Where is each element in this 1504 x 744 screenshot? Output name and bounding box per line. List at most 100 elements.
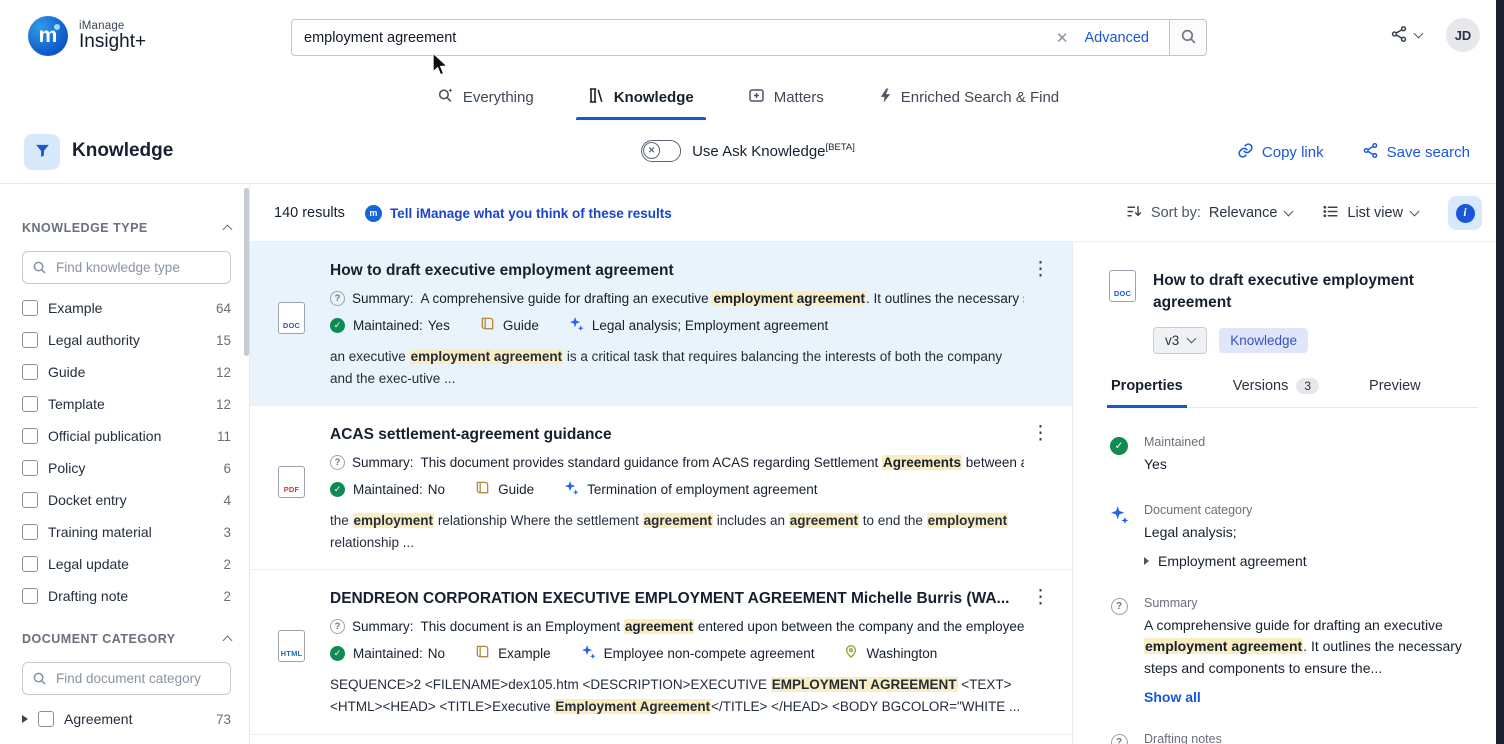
checkbox[interactable] <box>22 556 38 572</box>
result-excerpt: SEQUENCE>2 <FILENAME>dex105.htm <DESCRIP… <box>330 674 1024 717</box>
document-category-section-header[interactable]: DOCUMENT CATEGORY <box>22 632 231 646</box>
checkbox[interactable] <box>22 460 38 476</box>
facet-template[interactable]: Template 12 <box>22 388 231 420</box>
checkbox[interactable] <box>22 396 38 412</box>
maintained-check-icon: ✓ <box>330 318 345 333</box>
result-title[interactable]: ACAS settlement-agreement guidance <box>330 426 1024 444</box>
beta-badge: [BETA] <box>826 142 855 153</box>
property-value: Legal analysis; <box>1144 522 1307 544</box>
tab-label: Enriched Search & Find <box>901 89 1059 106</box>
category-value: Employee non-compete agreement <box>604 646 815 661</box>
tab-knowledge[interactable]: Knowledge <box>576 74 706 120</box>
knowledge-type-value: Guide <box>503 318 539 333</box>
results-header: 140 results m Tell iManage what you thin… <box>250 185 1496 242</box>
clear-search-icon[interactable]: ✕ <box>1044 29 1081 47</box>
result-item-1[interactable]: DOC How to draft executive employment ag… <box>250 242 1072 406</box>
result-item-3[interactable]: HTML DENDREON CORPORATION EXECUTIVE EMPL… <box>250 570 1072 734</box>
tab-enriched-search[interactable]: Enriched Search & Find <box>866 74 1071 120</box>
facet-label: Drafting note <box>48 588 213 604</box>
tab-matters[interactable]: Matters <box>736 74 836 120</box>
detail-version-row: v3 Knowledge <box>1153 327 1478 354</box>
copy-link-button[interactable]: Copy link <box>1237 142 1324 163</box>
facet-drafting-note[interactable]: Drafting note 2 <box>22 580 231 612</box>
user-avatar[interactable]: JD <box>1446 18 1480 52</box>
tab-properties[interactable]: Properties <box>1109 378 1185 407</box>
view-mode-dropdown[interactable]: List view <box>1322 203 1418 224</box>
tab-preview[interactable]: Preview <box>1367 378 1423 407</box>
checkbox[interactable] <box>22 332 38 348</box>
imanage-logo[interactable]: m iManage Insight+ <box>28 16 146 56</box>
ask-knowledge-toggle-group: ✕ Use Ask Knowledge[BETA] <box>641 140 855 162</box>
checkbox[interactable] <box>22 524 38 540</box>
sparkle-icon <box>569 316 584 334</box>
facet-label: Legal update <box>48 556 213 572</box>
search-icon <box>32 671 47 689</box>
share-menu[interactable] <box>1390 25 1422 46</box>
summary-text: This document provides standard guidance… <box>421 455 1024 470</box>
result-item-2[interactable]: PDF ACAS settlement-agreement guidance ?… <box>250 406 1072 570</box>
file-icon-column: DOC <box>278 262 330 389</box>
ask-knowledge-toggle[interactable]: ✕ <box>641 140 681 162</box>
sort-by-dropdown[interactable]: Sort by: Relevance <box>1126 203 1292 224</box>
checkbox[interactable] <box>22 364 38 380</box>
maintained-value: No <box>428 482 445 497</box>
checkbox[interactable] <box>22 492 38 508</box>
facet-legal-update[interactable]: Legal update 2 <box>22 548 231 580</box>
summary-label: Summary: <box>352 455 414 470</box>
filters-button[interactable] <box>24 134 60 170</box>
advanced-search-link[interactable]: Advanced <box>1081 30 1160 46</box>
page-title: Knowledge <box>72 140 173 162</box>
search-box[interactable]: ✕ Advanced <box>291 19 1170 56</box>
doc-file-icon: DOC <box>1109 270 1136 302</box>
checkbox[interactable] <box>22 428 38 444</box>
show-all-link[interactable]: Show all <box>1144 689 1474 705</box>
result-title[interactable]: How to draft executive employment agreem… <box>330 262 1024 280</box>
facet-count: 3 <box>223 525 231 540</box>
checkbox[interactable] <box>22 588 38 604</box>
search-input[interactable] <box>304 30 1044 46</box>
search-button[interactable] <box>1169 19 1207 56</box>
facet-agreement[interactable]: Agreement 73 <box>22 703 231 735</box>
knowledge-type-section-header[interactable]: KNOWLEDGE TYPE <box>22 221 231 235</box>
feedback-label: Tell iManage what you think of these res… <box>390 206 672 221</box>
result-item-4[interactable]: Executive Service Agreement Template - N… <box>250 735 1072 744</box>
more-menu-icon[interactable]: ⋮ <box>1031 588 1050 607</box>
property-document-category: Document category Legal analysis; Employ… <box>1109 503 1478 569</box>
facet-guide[interactable]: Guide 12 <box>22 356 231 388</box>
category-value: Termination of employment agreement <box>587 482 817 497</box>
more-menu-icon[interactable]: ⋮ <box>1031 424 1050 443</box>
question-icon: ? <box>330 291 345 306</box>
file-icon-column: HTML <box>278 590 330 717</box>
facet-training-material[interactable]: Training material 3 <box>22 516 231 548</box>
property-summary: ? Summary A comprehensive guide for draf… <box>1109 596 1478 705</box>
save-search-button[interactable]: Save search <box>1362 142 1470 163</box>
checkbox[interactable] <box>22 300 38 316</box>
facet-docket-entry[interactable]: Docket entry 4 <box>22 484 231 516</box>
detail-header: DOC How to draft executive employment ag… <box>1109 270 1478 313</box>
facet-count: 12 <box>216 397 231 412</box>
info-button[interactable]: i <box>1448 196 1482 230</box>
share-icon <box>1390 25 1408 46</box>
facet-legal-authority[interactable]: Legal authority 15 <box>22 324 231 356</box>
sidebar-scrollbar[interactable] <box>244 188 249 356</box>
tab-versions[interactable]: Versions 3 <box>1231 378 1321 407</box>
facet-policy[interactable]: Policy 6 <box>22 452 231 484</box>
facet-example[interactable]: Example 64 <box>22 292 231 324</box>
guide-book-icon <box>475 644 490 662</box>
result-body: ACAS settlement-agreement guidance ? Sum… <box>330 426 1024 553</box>
tab-everything[interactable]: Everything <box>425 74 546 120</box>
more-menu-icon[interactable]: ⋮ <box>1031 260 1050 279</box>
document-category-search-input[interactable] <box>22 662 231 695</box>
checkbox[interactable] <box>38 711 54 727</box>
property-value: Yes <box>1144 454 1205 476</box>
search-scope-tabs: Everything Knowledge Matters Enriched Se… <box>0 74 1496 120</box>
knowledge-type-search-input[interactable] <box>22 251 231 284</box>
feedback-link[interactable]: m Tell iManage what you think of these r… <box>365 205 672 222</box>
file-icon-column: PDF <box>278 426 330 553</box>
expand-caret-icon[interactable] <box>22 715 28 723</box>
result-title[interactable]: DENDREON CORPORATION EXECUTIVE EMPLOYMEN… <box>330 590 1024 608</box>
facet-official-publication[interactable]: Official publication 11 <box>22 420 231 452</box>
version-dropdown[interactable]: v3 <box>1153 327 1207 354</box>
category-child-item[interactable]: Employment agreement <box>1144 553 1307 569</box>
brand-text: iManage Insight+ <box>79 20 146 52</box>
